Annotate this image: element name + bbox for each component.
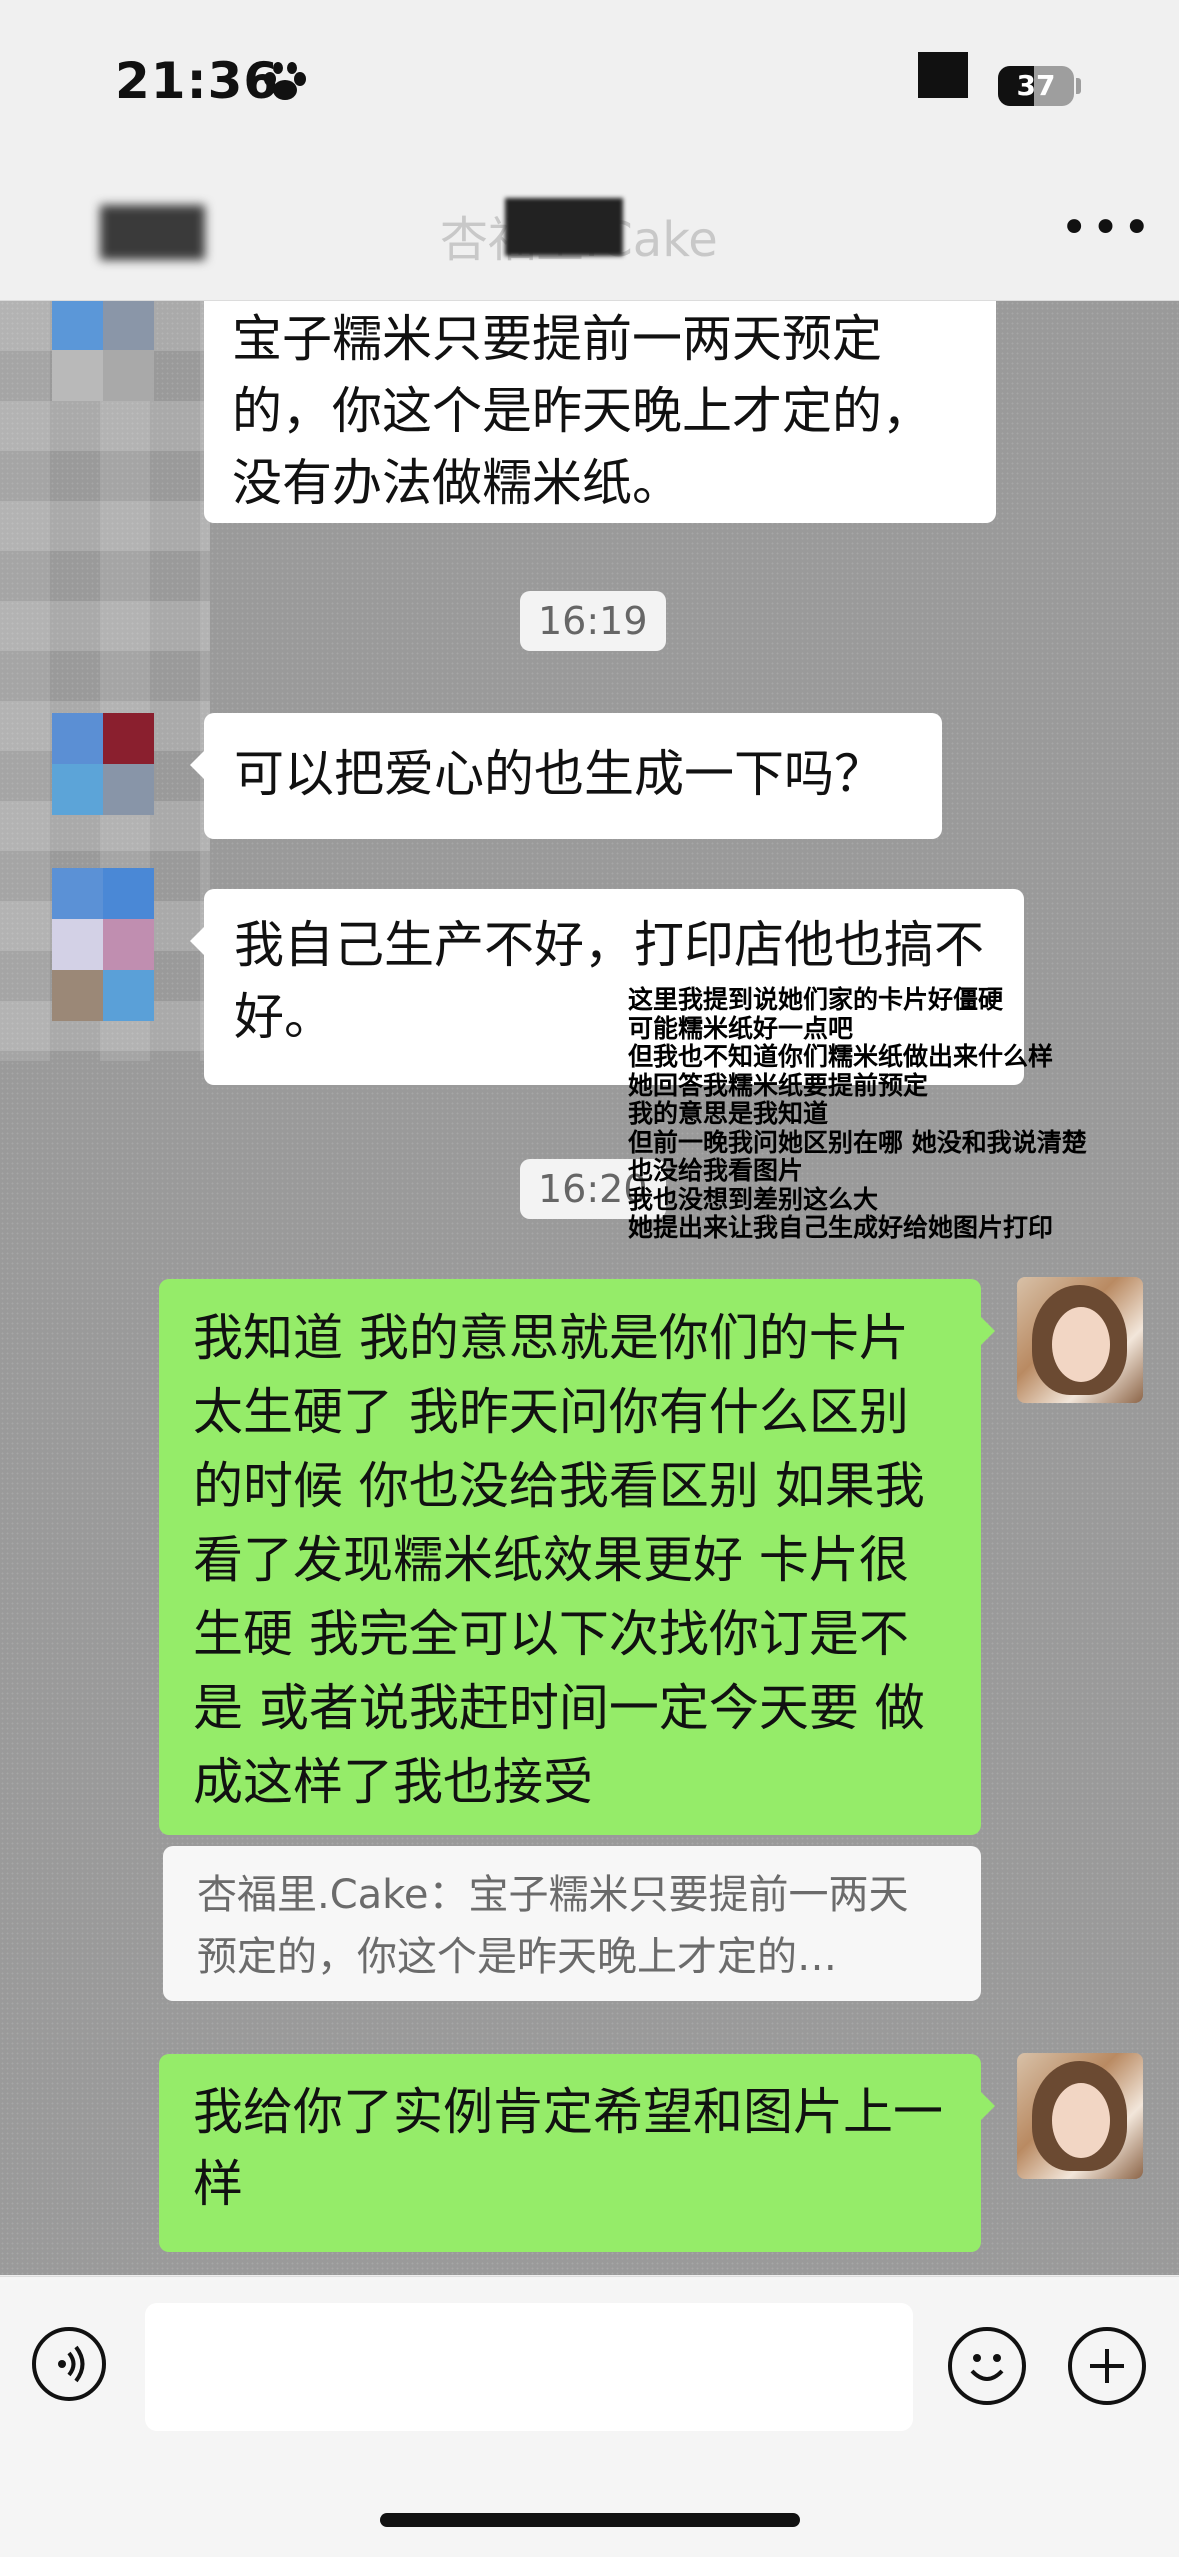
status-time: 21:36 [115,52,280,110]
status-bar: 21:36 37 [0,0,1179,170]
voice-icon[interactable] [32,2327,106,2401]
timestamp: 16:19 [520,591,666,651]
contact-avatar[interactable] [52,868,154,970]
message-list[interactable]: 宝子糯米只要提前一两天预定的，你这个是昨天晚上才定的，没有办法做糯米纸。 16:… [0,301,1179,2275]
paw-icon [264,62,306,100]
message-text: 我给你了实例肯定希望和图片上一样 [193,2083,943,2213]
message-bubble[interactable]: 我给你了实例肯定希望和图片上一样 [159,2054,995,2252]
user-avatar[interactable] [1017,1277,1143,1403]
message-text: 可以把爱心的也生成一下吗？ [234,745,884,803]
battery-icon: 37 [998,66,1074,106]
emoji-icon[interactable] [948,2327,1026,2405]
message-bubble[interactable]: 宝子糯米只要提前一两天预定的，你这个是昨天晚上才定的，没有办法做糯米纸。 [204,301,996,523]
contact-avatar[interactable] [52,301,154,401]
user-avatar[interactable] [1017,2053,1143,2179]
battery-level: 37 [1016,69,1056,102]
message-input[interactable] [145,2303,913,2431]
quoted-message[interactable]: 杏福里.Cake：宝子糯米只要提前一两天预定的，你这个是昨天晚上才定的… [163,1846,981,2001]
annotation-note: 这里我提到说她们家的卡片好僵硬 可能糯米纸好一点吧 但我也不知道你们糯米纸做出来… [628,985,1087,1242]
chat-header: 杏福里.Cake ••• [0,170,1179,301]
contact-avatar-part [52,970,154,1021]
message-bubble[interactable]: 我知道 我的意思就是你们的卡片太生硬了 我昨天问你有什么区别的时候 你也没给我看… [159,1279,995,1835]
wifi-icon [918,52,968,98]
title-redaction [505,198,623,256]
message-bubble[interactable]: 可以把爱心的也生成一下吗？ [190,713,942,839]
contact-avatar[interactable] [52,713,154,815]
message-text: 宝子糯米只要提前一两天预定的，你这个是昨天晚上才定的，没有办法做糯米纸。 [232,310,932,512]
back-button[interactable] [100,205,205,260]
message-text: 我知道 我的意思就是你们的卡片太生硬了 我昨天问你有什么区别的时候 你也没给我看… [193,1309,925,1811]
plus-icon[interactable] [1068,2327,1146,2405]
more-icon[interactable]: ••• [1060,200,1154,256]
quote-text: 杏福里.Cake：宝子糯米只要提前一两天预定的，你这个是昨天晚上才定的… [197,1872,909,1980]
home-indicator[interactable] [380,2513,800,2527]
input-bar [0,2276,1179,2557]
